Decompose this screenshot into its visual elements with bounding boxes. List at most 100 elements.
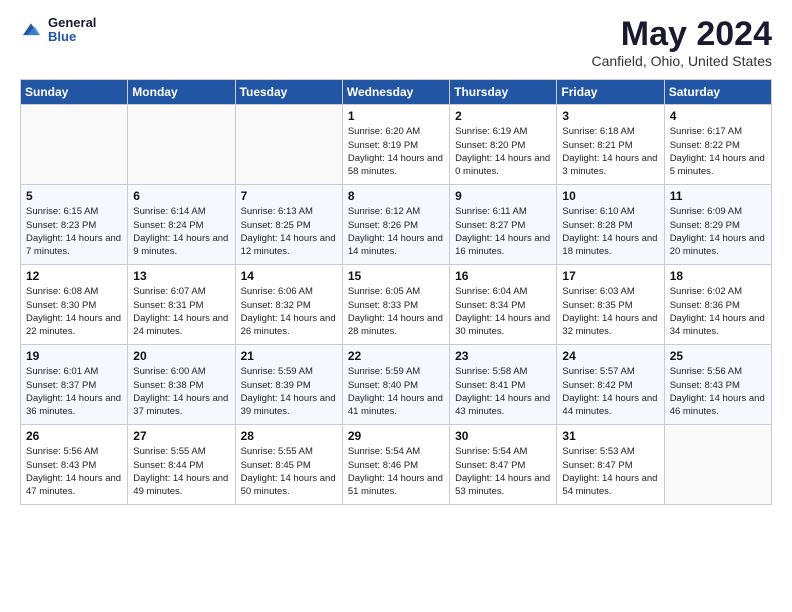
week-row-4: 19Sunrise: 6:01 AMSunset: 8:37 PMDayligh… xyxy=(21,345,772,425)
calendar-cell xyxy=(21,105,128,185)
calendar-cell: 18Sunrise: 6:02 AMSunset: 8:36 PMDayligh… xyxy=(664,265,771,345)
day-header-sunday: Sunday xyxy=(21,80,128,105)
daylight-text: Daylight: 14 hours and 37 minutes. xyxy=(133,392,229,419)
day-header-saturday: Saturday xyxy=(664,80,771,105)
calendar-cell: 16 Sunrise: 6:04 AMSunset: 8:34 PMDayligh… xyxy=(450,265,557,345)
cell-info: Sunrise: 5:56 AMSunset: 8:43 PMDaylight:… xyxy=(670,365,766,418)
cell-date: 17 xyxy=(562,269,658,283)
calendar-cell: 14Sunrise: 6:06 AMSunset: 8:32 PMDayligh… xyxy=(235,265,342,345)
sunrise-text: Sunrise: 5:54 AM xyxy=(455,445,551,458)
cell-info: Sunrise: 5:57 AMSunset: 8:42 PMDaylight:… xyxy=(562,365,658,418)
calendar-cell: 17 Sunrise: 6:03 AMSunset: 8:35 PMDayligh… xyxy=(557,265,664,345)
sunrise-text: Sunrise: 5:56 AM xyxy=(670,365,766,378)
sunset-text: Sunset: 8:34 PM xyxy=(455,299,551,312)
calendar-cell: 8Sunrise: 6:12 AMSunset: 8:26 PMDaylight… xyxy=(342,185,449,265)
daylight-text: Daylight: 14 hours and 20 minutes. xyxy=(670,232,766,259)
cell-info: Sunrise: 5:53 AMSunset: 8:47 PMDaylight:… xyxy=(562,445,658,498)
daylight-text: Daylight: 14 hours and 51 minutes. xyxy=(348,472,444,499)
sunrise-text: Sunrise: 6:04 AM xyxy=(455,285,551,298)
daylight-text: Daylight: 14 hours and 5 minutes. xyxy=(670,152,766,179)
calendar-cell: 15Sunrise: 6:05 AMSunset: 8:33 PMDayligh… xyxy=(342,265,449,345)
sunrise-text: Sunrise: 6:05 AM xyxy=(348,285,444,298)
sunrise-text: Sunrise: 6:14 AM xyxy=(133,205,229,218)
cell-date: 28 xyxy=(241,429,337,443)
calendar-cell xyxy=(128,105,235,185)
cell-info: Sunrise: 6:05 AMSunset: 8:33 PMDaylight:… xyxy=(348,285,444,338)
sunrise-text: Sunrise: 5:59 AM xyxy=(241,365,337,378)
calendar-cell: 6 Sunrise: 6:14 AMSunset: 8:24 PMDaylight… xyxy=(128,185,235,265)
cell-date: 5 xyxy=(26,189,122,203)
daylight-text: Daylight: 14 hours and 39 minutes. xyxy=(241,392,337,419)
cell-date: 11 xyxy=(670,189,766,203)
sunset-text: Sunset: 8:45 PM xyxy=(241,459,337,472)
cell-date: 10 xyxy=(562,189,658,203)
cell-info: Sunrise: 6:19 AMSunset: 8:20 PMDaylight:… xyxy=(455,125,551,178)
week-row-1: 1Sunrise: 6:20 AMSunset: 8:19 PMDaylight… xyxy=(21,105,772,185)
cell-date: 18 xyxy=(670,269,766,283)
calendar-cell: 25Sunrise: 5:56 AMSunset: 8:43 PMDayligh… xyxy=(664,345,771,425)
daylight-text: Daylight: 14 hours and 30 minutes. xyxy=(455,312,551,339)
location: Canfield, Ohio, United States xyxy=(591,53,772,69)
sunset-text: Sunset: 8:41 PM xyxy=(455,379,551,392)
sunset-text: Sunset: 8:22 PM xyxy=(670,139,766,152)
cell-date: 7 xyxy=(241,189,337,203)
cell-date: 23 xyxy=(455,349,551,363)
week-row-5: 26Sunrise: 5:56 AMSunset: 8:43 PMDayligh… xyxy=(21,425,772,505)
cell-info: Sunrise: 6:15 AMSunset: 8:23 PMDaylight:… xyxy=(26,205,122,258)
sunrise-text: Sunrise: 6:18 AM xyxy=(562,125,658,138)
cell-date: 12 xyxy=(26,269,122,283)
sunset-text: Sunset: 8:47 PM xyxy=(455,459,551,472)
cell-date: 30 xyxy=(455,429,551,443)
sunrise-text: Sunrise: 6:12 AM xyxy=(348,205,444,218)
calendar-cell: 23 Sunrise: 5:58 AMSunset: 8:41 PMDayligh… xyxy=(450,345,557,425)
page: General Blue May 2024 Canfield, Ohio, Un… xyxy=(0,0,792,612)
sunrise-text: Sunrise: 5:53 AM xyxy=(562,445,658,458)
daylight-text: Daylight: 14 hours and 32 minutes. xyxy=(562,312,658,339)
daylight-text: Daylight: 14 hours and 7 minutes. xyxy=(26,232,122,259)
daylight-text: Daylight: 14 hours and 16 minutes. xyxy=(455,232,551,259)
cell-info: Sunrise: 5:55 AMSunset: 8:44 PMDaylight:… xyxy=(133,445,229,498)
sunset-text: Sunset: 8:37 PM xyxy=(26,379,122,392)
calendar-cell: 11Sunrise: 6:09 AMSunset: 8:29 PMDayligh… xyxy=(664,185,771,265)
cell-info: Sunrise: 5:54 AMSunset: 8:47 PMDaylight:… xyxy=(455,445,551,498)
calendar-table: SundayMondayTuesdayWednesdayThursdayFrid… xyxy=(20,79,772,505)
sunrise-text: Sunrise: 5:56 AM xyxy=(26,445,122,458)
cell-date: 16 xyxy=(455,269,551,283)
sunrise-text: Sunrise: 6:11 AM xyxy=(455,205,551,218)
calendar-cell: 29Sunrise: 5:54 AMSunset: 8:46 PMDayligh… xyxy=(342,425,449,505)
daylight-text: Daylight: 14 hours and 43 minutes. xyxy=(455,392,551,419)
sunset-text: Sunset: 8:19 PM xyxy=(348,139,444,152)
sunset-text: Sunset: 8:27 PM xyxy=(455,219,551,232)
sunset-text: Sunset: 8:20 PM xyxy=(455,139,551,152)
sunset-text: Sunset: 8:28 PM xyxy=(562,219,658,232)
cell-date: 13 xyxy=(133,269,229,283)
daylight-text: Daylight: 14 hours and 28 minutes. xyxy=(348,312,444,339)
cell-info: Sunrise: 5:59 AMSunset: 8:40 PMDaylight:… xyxy=(348,365,444,418)
cell-date: 6 xyxy=(133,189,229,203)
daylight-text: Daylight: 14 hours and 44 minutes. xyxy=(562,392,658,419)
daylight-text: Daylight: 14 hours and 46 minutes. xyxy=(670,392,766,419)
sunset-text: Sunset: 8:35 PM xyxy=(562,299,658,312)
cell-date: 22 xyxy=(348,349,444,363)
cell-info: Sunrise: 6:01 AMSunset: 8:37 PMDaylight:… xyxy=(26,365,122,418)
logo: General Blue xyxy=(20,16,96,45)
cell-date: 19 xyxy=(26,349,122,363)
cell-info: Sunrise: 5:58 AMSunset: 8:41 PMDaylight:… xyxy=(455,365,551,418)
daylight-text: Daylight: 14 hours and 54 minutes. xyxy=(562,472,658,499)
daylight-text: Daylight: 14 hours and 24 minutes. xyxy=(133,312,229,339)
calendar-cell: 7Sunrise: 6:13 AMSunset: 8:25 PMDaylight… xyxy=(235,185,342,265)
sunrise-text: Sunrise: 5:59 AM xyxy=(348,365,444,378)
sunrise-text: Sunrise: 6:09 AM xyxy=(670,205,766,218)
day-header-monday: Monday xyxy=(128,80,235,105)
daylight-text: Daylight: 14 hours and 47 minutes. xyxy=(26,472,122,499)
cell-info: Sunrise: 6:14 AMSunset: 8:24 PMDaylight:… xyxy=(133,205,229,258)
sunrise-text: Sunrise: 5:54 AM xyxy=(348,445,444,458)
cell-date: 3 xyxy=(562,109,658,123)
sunrise-text: Sunrise: 6:01 AM xyxy=(26,365,122,378)
calendar-cell: 19 Sunrise: 6:01 AMSunset: 8:37 PMDayligh… xyxy=(21,345,128,425)
sunset-text: Sunset: 8:24 PM xyxy=(133,219,229,232)
cell-info: Sunrise: 6:07 AMSunset: 8:31 PMDaylight:… xyxy=(133,285,229,338)
week-row-2: 5 Sunrise: 6:15 AMSunset: 8:23 PMDaylight… xyxy=(21,185,772,265)
cell-info: Sunrise: 6:03 AMSunset: 8:35 PMDaylight:… xyxy=(562,285,658,338)
daylight-text: Daylight: 14 hours and 50 minutes. xyxy=(241,472,337,499)
